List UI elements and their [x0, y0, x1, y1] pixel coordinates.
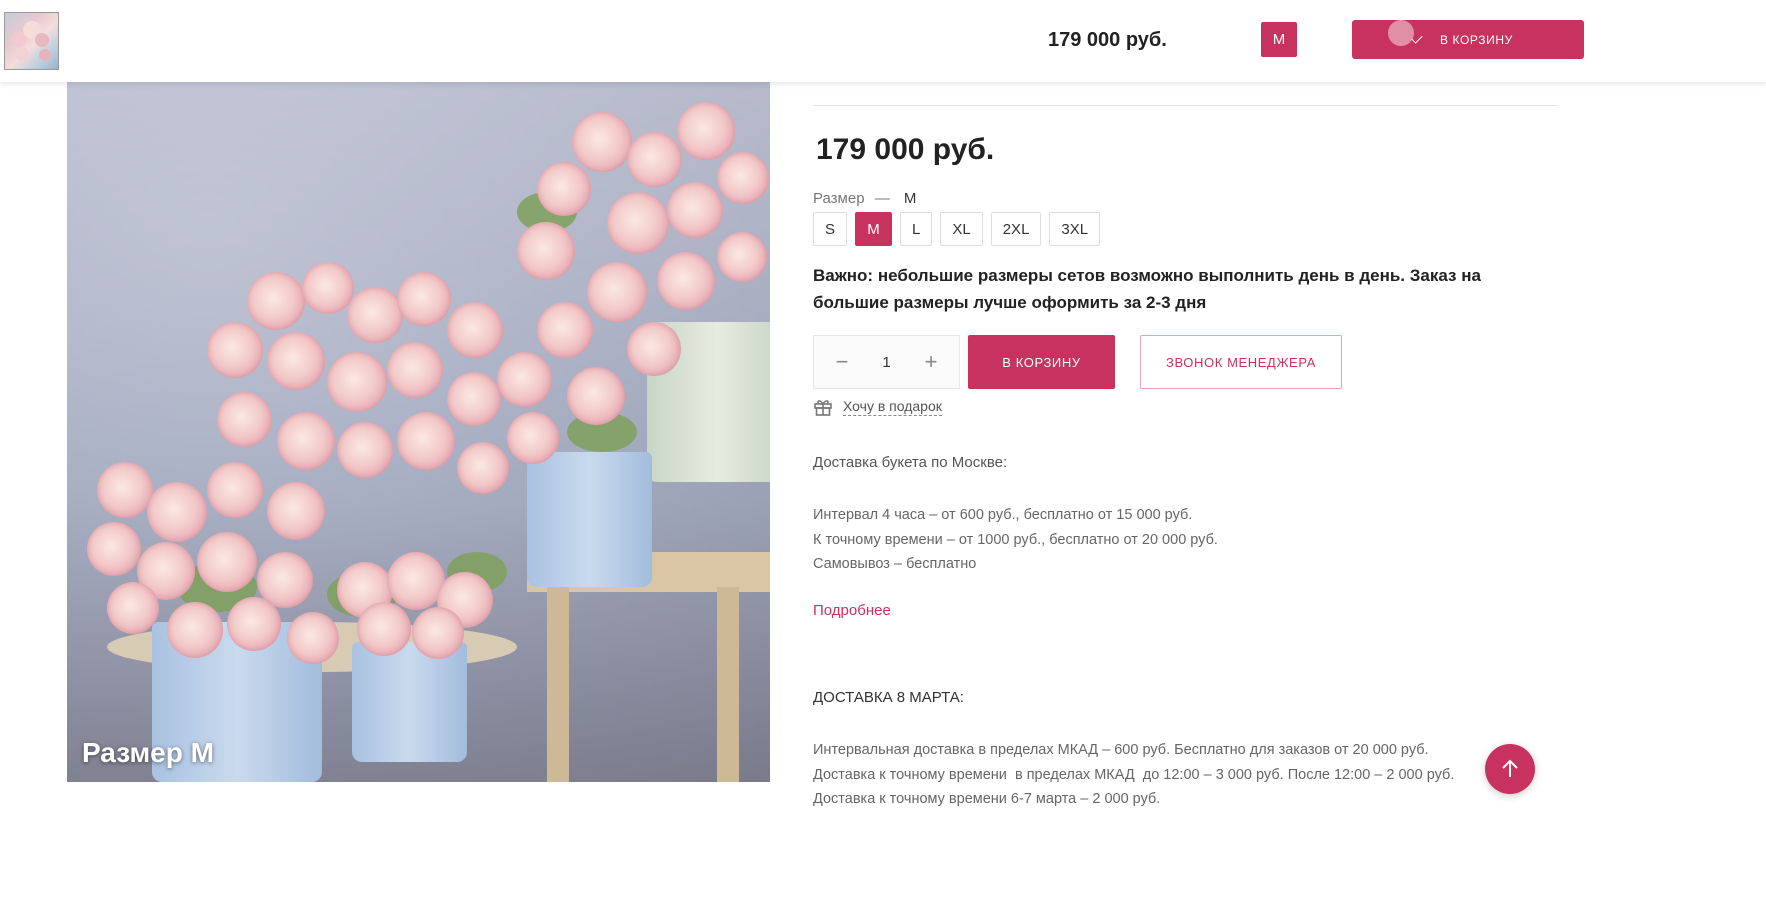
- size-option-2xl[interactable]: 2XL: [990, 212, 1042, 246]
- plus-icon[interactable]: +: [921, 349, 941, 375]
- minus-icon[interactable]: −: [832, 349, 852, 375]
- gift-icon: [814, 400, 832, 416]
- delivery-line: К точному времени – от 1000 руб., беспла…: [813, 531, 1218, 548]
- delivery-title: Доставка букета по Москве:: [813, 454, 1008, 471]
- divider: [813, 105, 1558, 106]
- size-option-3xl[interactable]: 3XL: [1049, 212, 1101, 246]
- product-price: 179 000 руб.: [816, 133, 995, 166]
- header-price: 179 000 руб.: [1048, 29, 1167, 51]
- size-selector: S M L XL 2XL 3XL: [813, 212, 1101, 246]
- size-option-m[interactable]: M: [855, 212, 893, 246]
- product-photo[interactable]: [67, 82, 770, 782]
- size-label-text: Размер: [813, 190, 865, 207]
- header-cart-button[interactable]: В КОРЗИНУ: [1352, 20, 1584, 59]
- sticky-header: 179 000 руб. M В КОРЗИНУ: [0, 0, 1766, 82]
- photo-caption: Размер M: [82, 737, 214, 768]
- quantity-stepper: − 1 +: [813, 335, 960, 389]
- delivery-line: Самовывоз – бесплатно: [813, 556, 977, 572]
- march-delivery-line: Доставка к точному времени 6-7 марта – 2…: [813, 791, 1161, 807]
- scroll-to-top-button[interactable]: [1485, 744, 1535, 794]
- size-label: Размер — M: [813, 190, 916, 207]
- ripple-effect: [1388, 20, 1414, 46]
- gift-link-row[interactable]: Хочу в подарок: [813, 397, 942, 417]
- product-thumbnail[interactable]: [4, 12, 59, 70]
- march-delivery-line: Интервальная доставка в пределах МКАД – …: [813, 742, 1429, 758]
- size-option-l[interactable]: L: [900, 212, 933, 246]
- header-cart-label: В КОРЗИНУ: [1440, 32, 1513, 47]
- more-details-link[interactable]: Подробнее: [813, 602, 891, 619]
- march-delivery-line: Доставка к точному времени в пределах МК…: [813, 766, 1455, 783]
- march-delivery-title: ДОСТАВКА 8 МАРТА:: [813, 689, 964, 706]
- gift-link[interactable]: Хочу в подарок: [843, 398, 942, 416]
- call-manager-button[interactable]: ЗВОНОК МЕНЕДЖЕРА: [1140, 335, 1342, 389]
- size-separator: —: [874, 190, 890, 207]
- size-notice: Важно: небольшие размеры сетов возможно …: [813, 266, 1481, 312]
- delivery-line: Интервал 4 часа – от 600 руб., бесплатно…: [813, 507, 1193, 523]
- arrow-up-icon: [1502, 759, 1518, 777]
- size-option-s[interactable]: S: [813, 212, 848, 246]
- march-delivery-info: Интервальная доставка в пределах МКАД – …: [813, 738, 1454, 812]
- quantity-value[interactable]: 1: [882, 354, 890, 371]
- delivery-info: Интервал 4 часа – от 600 руб., бесплатно…: [813, 503, 1218, 577]
- header-size-badge[interactable]: M: [1261, 22, 1297, 57]
- size-option-xl[interactable]: XL: [940, 212, 983, 246]
- add-to-cart-button[interactable]: В КОРЗИНУ: [968, 335, 1115, 389]
- selected-size: M: [903, 190, 917, 207]
